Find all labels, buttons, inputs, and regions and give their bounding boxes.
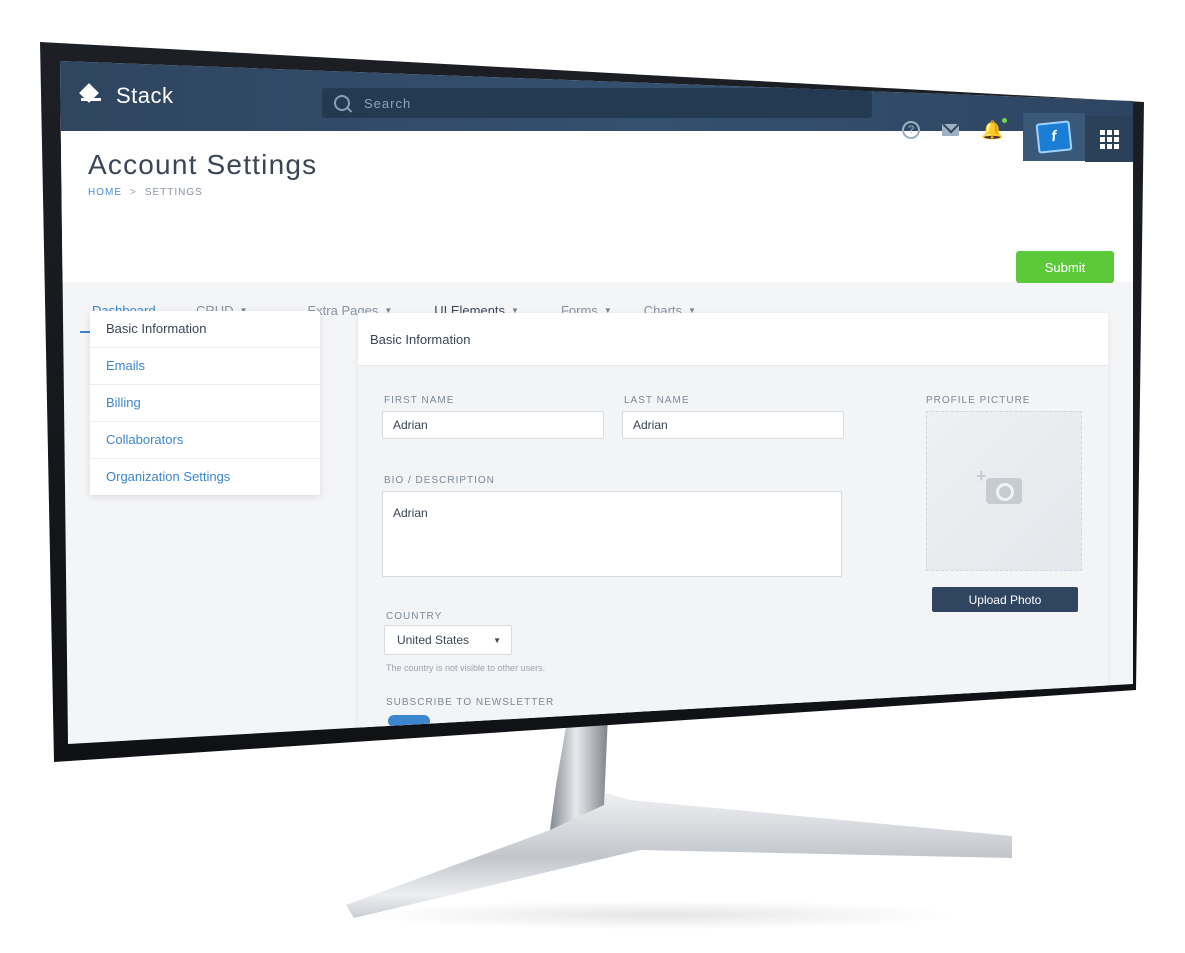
bell-glyph: 🔔	[981, 120, 1004, 140]
grid-icon	[1099, 129, 1119, 149]
side-item-basic-information[interactable]: Basic Information	[90, 311, 320, 348]
side-item-billing[interactable]: Billing	[90, 385, 320, 422]
upload-photo-button[interactable]: Upload Photo	[932, 587, 1078, 612]
page-header: Account Settings HOME > SETTINGS Submit …	[60, 117, 1133, 333]
bell-icon[interactable]: 🔔	[981, 118, 1008, 140]
country-value: United States	[397, 633, 470, 647]
breadcrumb-home[interactable]: HOME	[88, 187, 122, 198]
brand-name: Stack	[116, 83, 174, 108]
user-avatar-button[interactable]: f	[1023, 113, 1085, 161]
country-hint: The country is not visible to other user…	[386, 663, 546, 673]
side-item-emails[interactable]: Emails	[90, 348, 320, 385]
breadcrumb-separator: >	[130, 187, 137, 198]
search-bar	[322, 88, 872, 118]
side-item-organization-settings[interactable]: Organization Settings	[90, 459, 320, 495]
side-item-collaborators[interactable]: Collaborators	[90, 422, 320, 459]
brand[interactable]: Stack	[79, 83, 174, 109]
profile-picture-label: PROFILE PICTURE	[926, 395, 1031, 406]
basic-information-card: Basic Information FIRST NAME LAST NAME P…	[358, 313, 1108, 744]
bio-label: BIO / DESCRIPTION	[384, 475, 495, 486]
avatar: f	[1035, 120, 1073, 154]
profile-picture-dropzone[interactable]: +	[926, 411, 1082, 571]
search-icon	[334, 95, 350, 111]
submit-button[interactable]: Submit	[1016, 251, 1114, 283]
breadcrumb-current: SETTINGS	[144, 187, 203, 198]
page-title: Account Settings	[88, 149, 318, 180]
search-input[interactable]	[362, 94, 846, 112]
bio-field[interactable]: Adrian	[382, 491, 842, 577]
add-photo-icon: +	[976, 466, 1022, 504]
first-name-label: FIRST NAME	[384, 395, 455, 406]
apps-menu-button[interactable]	[1085, 116, 1133, 162]
card-title: Basic Information	[358, 313, 1108, 366]
top-icons: ? 🔔	[902, 118, 1008, 140]
stack-logo-icon	[79, 83, 102, 107]
chevron-down-icon: ▼	[493, 635, 501, 645]
newsletter-label: SUBSCRIBE TO NEWSLETTER	[386, 697, 555, 708]
first-name-field[interactable]	[382, 411, 604, 439]
mail-icon[interactable]	[942, 124, 959, 136]
last-name-field[interactable]	[622, 411, 844, 439]
monitor-screen: Account Settings HOME > SETTINGS Submit …	[60, 61, 1133, 744]
country-label: COUNTRY	[386, 611, 443, 622]
country-select[interactable]: United States ▼	[384, 625, 512, 655]
settings-side-menu: Basic Information Emails Billing Collabo…	[90, 311, 320, 495]
help-icon[interactable]: ?	[902, 121, 920, 139]
breadcrumb: HOME > SETTINGS	[88, 187, 203, 198]
last-name-label: LAST NAME	[624, 395, 690, 406]
stand-shadow	[360, 900, 960, 930]
